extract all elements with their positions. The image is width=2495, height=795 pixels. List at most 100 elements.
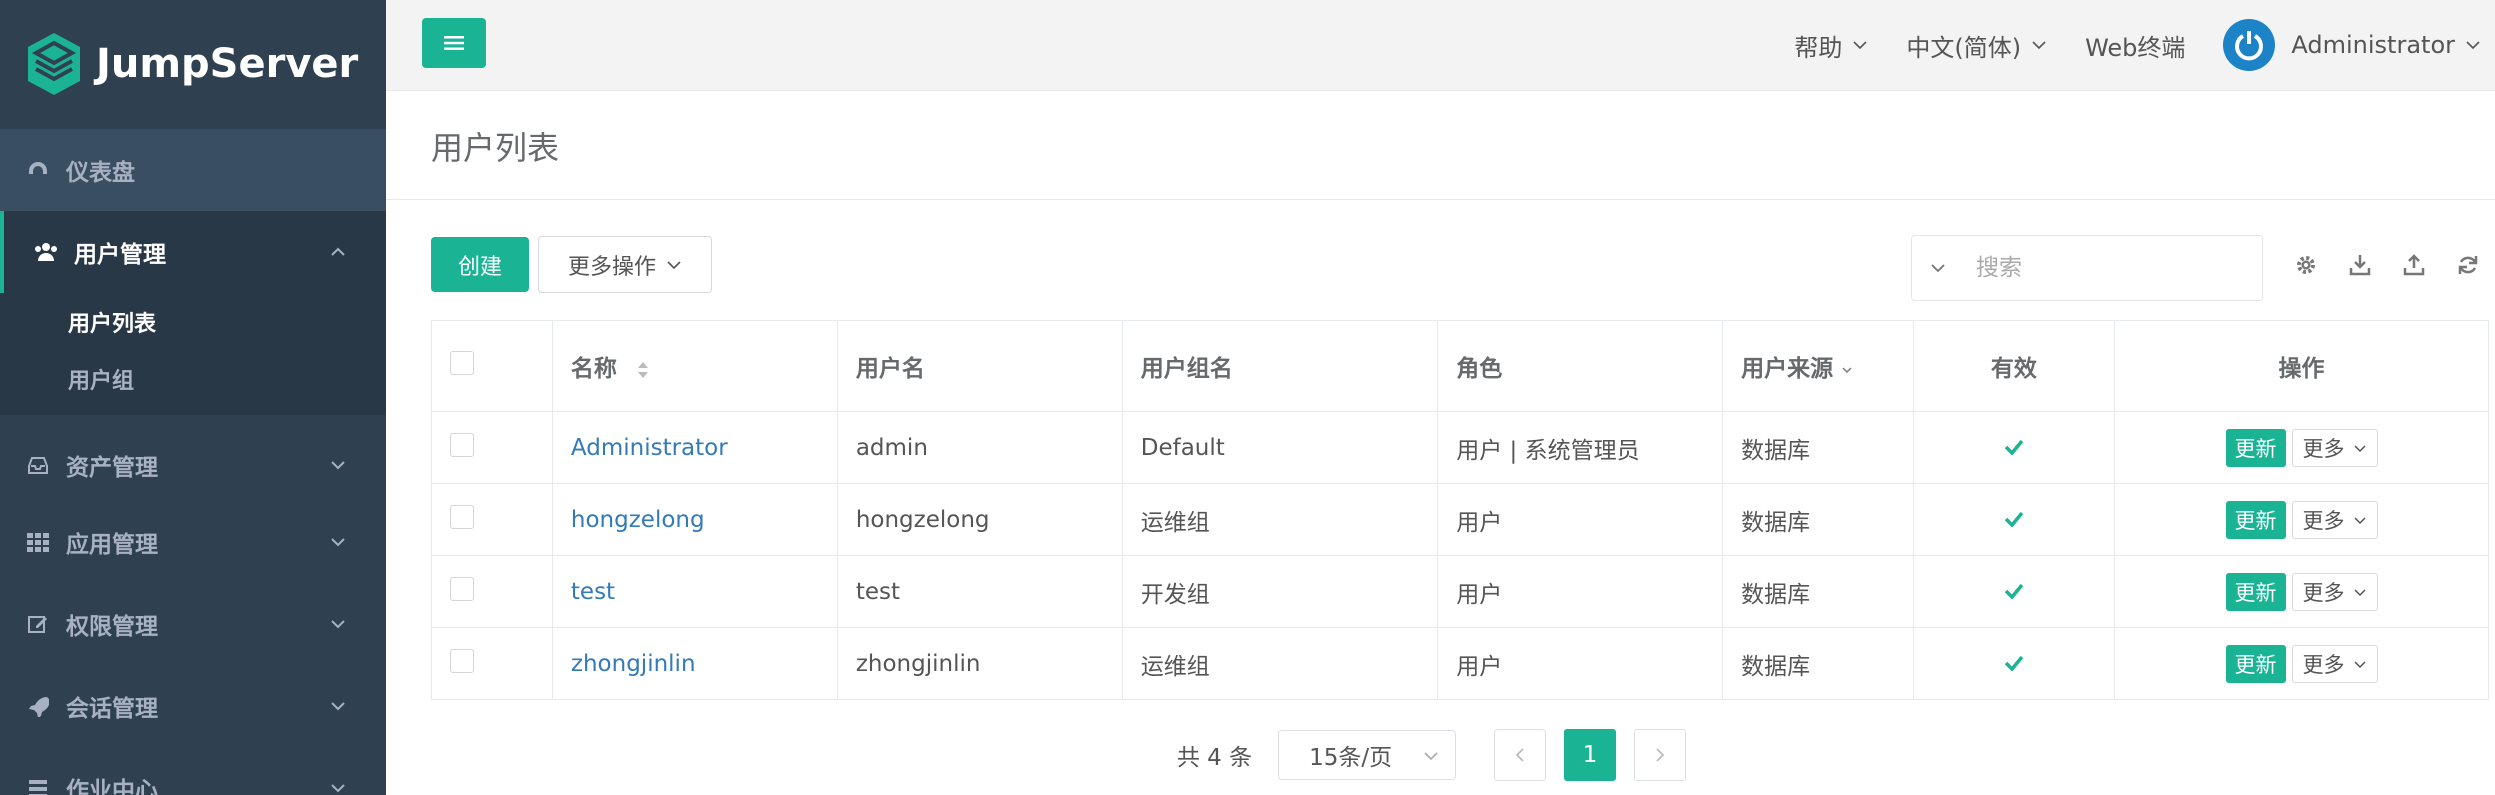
cell-actions: 更新 更多 xyxy=(2114,483,2489,556)
cell-role: 用户 xyxy=(1437,555,1724,628)
sidebar-divider xyxy=(0,415,386,429)
cell-groups: 运维组 xyxy=(1121,483,1439,556)
cell-role: 用户 xyxy=(1437,627,1724,700)
avatar xyxy=(2223,19,2276,71)
update-button[interactable]: 更新 xyxy=(2225,428,2286,467)
create-button[interactable]: 创建 xyxy=(431,237,529,292)
cell-groups: 运维组 xyxy=(1121,627,1439,700)
chevron-down-icon xyxy=(331,702,345,711)
page-button-current[interactable]: 1 xyxy=(1564,729,1617,781)
help-menu[interactable]: 帮助 xyxy=(1794,28,1868,63)
tasks-icon xyxy=(24,774,52,795)
more-actions-button[interactable]: 更多操作 xyxy=(538,236,712,293)
row-more-label: 更多 xyxy=(2302,436,2345,461)
update-button[interactable]: 更新 xyxy=(2225,572,2286,611)
more-actions-label: 更多操作 xyxy=(567,254,656,280)
sidebar-subitem-user-list[interactable]: 用户列表 xyxy=(0,293,386,350)
upload-icon xyxy=(2403,254,2425,276)
prev-page-button[interactable] xyxy=(1494,729,1547,781)
settings-button[interactable] xyxy=(2291,250,2321,280)
export-button[interactable] xyxy=(2345,250,2375,280)
table-row: zhongjinlin zhongjinlin 运维组 用户 数据库 更新 更多 xyxy=(431,627,2489,700)
users-icon xyxy=(32,238,60,266)
chevron-down-icon[interactable] xyxy=(1928,258,1948,278)
language-menu[interactable]: 中文(简体) xyxy=(1906,28,2047,63)
row-select-cell xyxy=(431,411,553,484)
row-more-button[interactable]: 更多 xyxy=(2291,644,2378,683)
user-name-link[interactable]: zhongjinlin xyxy=(571,651,696,677)
check-icon xyxy=(2004,583,2024,600)
sidebar-item-sessions[interactable]: 会话管理 xyxy=(0,665,386,747)
edit-icon xyxy=(24,610,52,638)
cell-username: zhongjinlin xyxy=(836,627,1123,700)
chevron-up-icon xyxy=(331,247,345,256)
col-source[interactable]: 用户来源 xyxy=(1722,320,1914,412)
cell-source: 数据库 xyxy=(1722,411,1914,484)
user-menu[interactable]: Administrator xyxy=(2223,19,2481,71)
help-label: 帮助 xyxy=(1794,33,1843,62)
refresh-button[interactable] xyxy=(2453,250,2483,280)
col-name-label: 名称 xyxy=(570,356,617,382)
web-terminal-link[interactable]: Web终端 xyxy=(2085,28,2185,63)
sidebar-item-users[interactable]: 用户管理 xyxy=(0,211,386,293)
cell-role: 用户 xyxy=(1437,483,1724,556)
page-size-select[interactable]: 15条/页 xyxy=(1278,730,1457,780)
row-checkbox[interactable] xyxy=(450,648,474,673)
select-all-checkbox[interactable] xyxy=(450,351,474,375)
cell-actions: 更新 更多 xyxy=(2114,555,2489,628)
row-checkbox[interactable] xyxy=(450,576,474,601)
row-more-button[interactable]: 更多 xyxy=(2291,572,2378,611)
logo[interactable]: JumpServer xyxy=(0,0,386,127)
row-select-cell xyxy=(431,483,553,556)
row-select-cell xyxy=(431,555,553,628)
sidebar-item-applications[interactable]: 应用管理 xyxy=(0,501,386,583)
user-name: Administrator xyxy=(2291,31,2455,59)
chevron-left-icon xyxy=(1515,748,1524,762)
cell-username: hongzelong xyxy=(836,483,1123,556)
topbar: 帮助 中文(简体) Web终端 Administrator xyxy=(386,0,2495,91)
table-row: Administrator admin Default 用户 | 系统管理员 数据库 更新… xyxy=(431,411,2489,484)
main-content: 创建 更多操作 搜索 名称 用户名 用户组名 角色 用户来源 有效 操作 Adm… xyxy=(386,200,2495,795)
col-username: 用户名 xyxy=(836,320,1123,412)
row-checkbox[interactable] xyxy=(450,432,474,457)
chevron-right-icon xyxy=(1656,748,1665,762)
sidebar-item-label: 作业中心 xyxy=(66,778,158,795)
sidebar-item-dashboard[interactable]: 仪表盘 xyxy=(0,129,386,211)
cell-valid xyxy=(1912,483,2116,556)
next-page-button[interactable] xyxy=(1634,729,1687,781)
cell-role: 用户 | 系统管理员 xyxy=(1437,411,1724,484)
row-more-button[interactable]: 更多 xyxy=(2291,500,2378,539)
sidebar-item-assets[interactable]: 资产管理 xyxy=(0,429,386,501)
user-name-link[interactable]: hongzelong xyxy=(571,507,705,533)
chevron-down-icon xyxy=(1853,41,1867,50)
col-name[interactable]: 名称 xyxy=(551,320,838,412)
cell-name: hongzelong xyxy=(551,483,838,556)
power-icon xyxy=(2235,31,2264,61)
chevron-down-icon xyxy=(2354,444,2366,452)
rocket-icon xyxy=(24,692,52,720)
row-select-cell xyxy=(431,627,553,700)
user-name-link[interactable]: test xyxy=(571,579,615,605)
import-button[interactable] xyxy=(2399,250,2429,280)
cell-actions: 更新 更多 xyxy=(2114,627,2489,700)
row-more-button[interactable]: 更多 xyxy=(2291,428,2378,467)
language-label: 中文(简体) xyxy=(1906,33,2022,62)
refresh-icon xyxy=(2458,256,2478,274)
menu-toggle-button[interactable] xyxy=(422,18,486,68)
chevron-down-icon xyxy=(1842,367,1852,373)
sidebar-item-permissions[interactable]: 权限管理 xyxy=(0,583,386,665)
update-button[interactable]: 更新 xyxy=(2225,500,2286,539)
cell-valid xyxy=(1912,411,2116,484)
cell-name: test xyxy=(551,555,838,628)
sidebar-subitem-user-group[interactable]: 用户组 xyxy=(0,350,386,407)
search-input[interactable] xyxy=(1974,254,2228,282)
row-checkbox[interactable] xyxy=(450,504,474,529)
user-name-link[interactable]: Administrator xyxy=(571,435,728,461)
user-list-card: 创建 更多操作 搜索 名称 用户名 用户组名 角色 用户来源 有效 操作 Adm… xyxy=(386,200,2495,795)
sidebar-item-label: 权限管理 xyxy=(66,614,158,640)
search-box xyxy=(1911,235,2263,301)
sidebar-item-jobs[interactable]: 作业中心 xyxy=(0,747,386,795)
col-source-label: 用户来源 xyxy=(1741,356,1834,382)
chevron-down-icon xyxy=(2032,41,2046,50)
update-button[interactable]: 更新 xyxy=(2225,644,2286,683)
